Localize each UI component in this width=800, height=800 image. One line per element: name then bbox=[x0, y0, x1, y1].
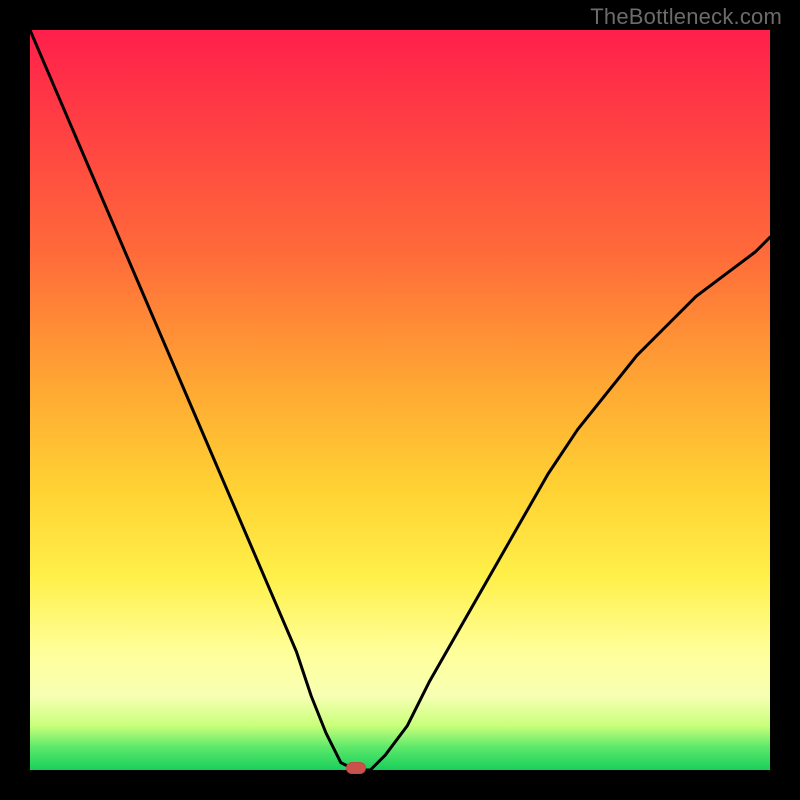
watermark-text: TheBottleneck.com bbox=[590, 4, 782, 30]
bottleneck-curve bbox=[30, 30, 770, 770]
chart-frame: TheBottleneck.com bbox=[0, 0, 800, 800]
optimal-point-marker bbox=[346, 762, 366, 774]
plot-area bbox=[30, 30, 770, 770]
